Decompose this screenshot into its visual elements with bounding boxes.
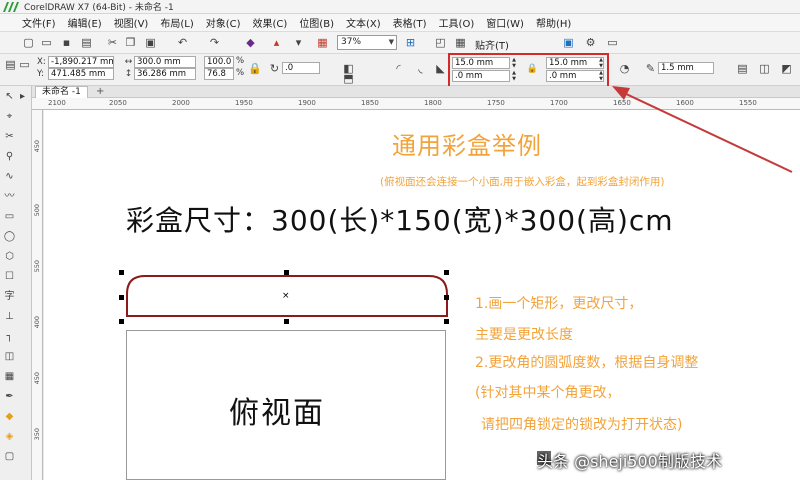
- selection-handle[interactable]: [119, 319, 124, 324]
- selection-handle[interactable]: [444, 270, 449, 275]
- selection-handle[interactable]: [444, 319, 449, 324]
- selection-handle[interactable]: [284, 270, 289, 275]
- step-line[interactable]: 请把四角锁定的锁改为打开状态): [481, 414, 682, 434]
- center-mark-icon: ×: [282, 291, 290, 301]
- face-label-text[interactable]: 俯视面: [229, 388, 325, 432]
- selection-handle[interactable]: [284, 319, 289, 324]
- watermark-text: 头条 @sheji500制版技术: [537, 452, 722, 471]
- corel-window: CorelDRAW X7 (64-Bit) - 未命名 -1 文件(F) 编辑(…: [0, 0, 800, 480]
- step-line[interactable]: 主要是更改长度: [475, 324, 573, 344]
- selection-handle[interactable]: [444, 295, 449, 300]
- selection-handle[interactable]: [119, 270, 124, 275]
- step-line[interactable]: 1.画一个矩形，更改尺寸，: [475, 293, 642, 313]
- step-line[interactable]: 2.更改角的圆弧度数，根据自身调整: [475, 352, 698, 372]
- step-line[interactable]: (针对其中某个角更改，: [475, 382, 620, 402]
- selection-handle[interactable]: [119, 295, 124, 300]
